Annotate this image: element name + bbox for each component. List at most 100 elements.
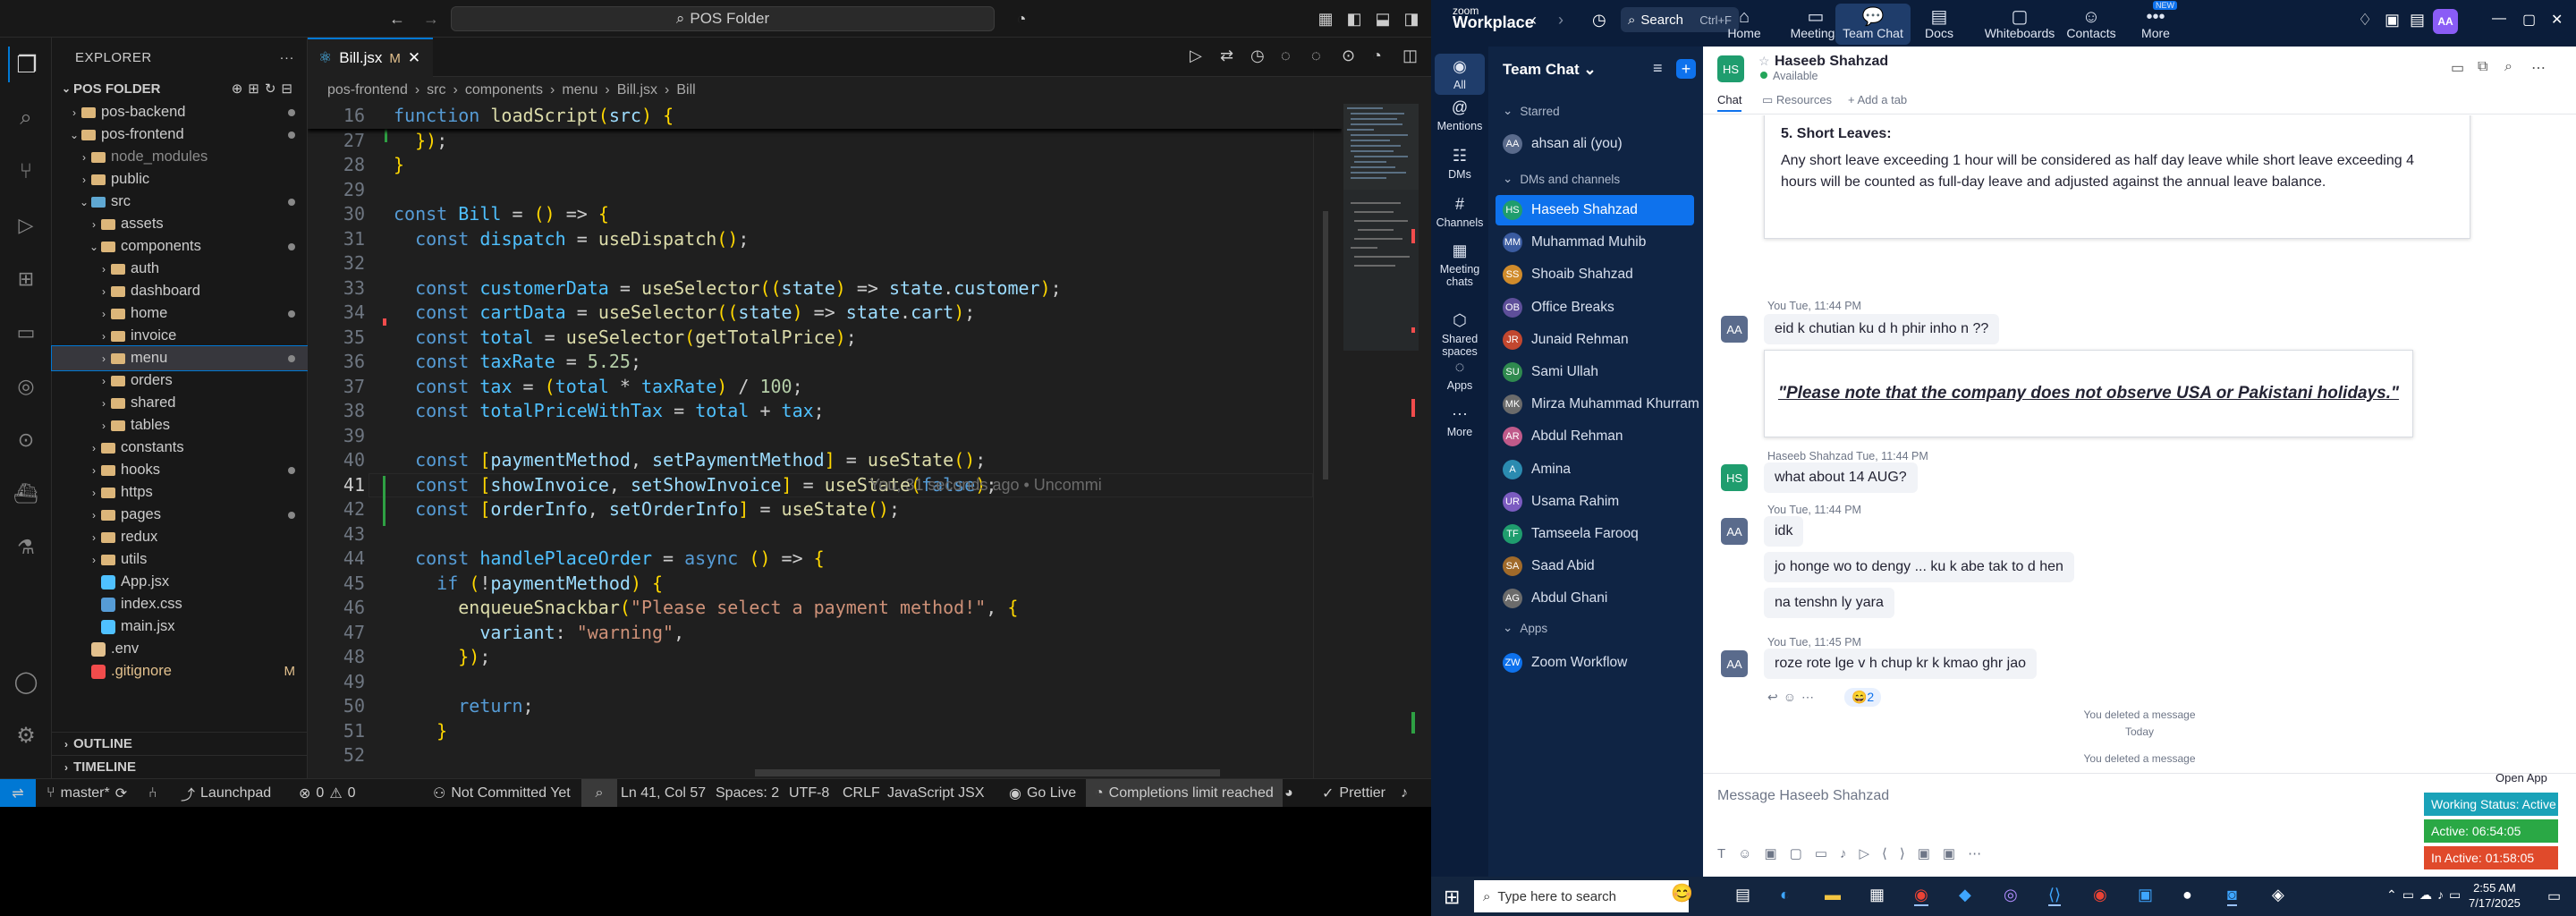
tree-item[interactable]: › pos-backend [52, 100, 308, 124]
tree-item[interactable]: › node_modules [52, 145, 308, 169]
open-changes-icon[interactable]: ⇄ [1220, 47, 1233, 65]
contact-avatar[interactable]: HS [1717, 55, 1744, 82]
github-icon[interactable]: ⊙ [8, 422, 44, 458]
tab-add[interactable]: + Add a tab [1848, 93, 1907, 106]
tree-item[interactable]: › assets [52, 212, 308, 236]
encoding[interactable]: UTF-8 [789, 779, 829, 808]
chat-list-item[interactable]: MK Mirza Muhammad Khurram [1488, 389, 1703, 420]
toggle-sidebar-icon[interactable]: ◧ [1343, 8, 1365, 30]
back-arrow-icon[interactable]: ← [386, 8, 408, 30]
chrome-icon[interactable]: ◉ [1914, 886, 1928, 906]
apps-icon[interactable]: ▤ [2410, 11, 2425, 30]
nav-tab-more[interactable]: ••• More NEW [2118, 1, 2193, 45]
tree-item[interactable]: › tables [52, 413, 308, 437]
go-live-button[interactable]: ◉ Go Live [1009, 779, 1076, 808]
video-icon[interactable]: ▭ [2451, 59, 2464, 77]
message-bubble[interactable]: na tenshn ly yara [1764, 588, 1894, 618]
rail-channels[interactable]: # Channels [1435, 195, 1485, 229]
timeline-section[interactable]: › TIMELINE [52, 755, 308, 778]
command-center-search[interactable]: ⌕ POS Folder [451, 6, 995, 31]
breadcrumb-item[interactable]: components [465, 82, 543, 98]
indentation[interactable]: Spaces: 2 [716, 779, 779, 808]
github-desktop-icon[interactable]: ◎ [2004, 886, 2018, 904]
copilot-status[interactable]: ◔ Completions limit reached [1086, 779, 1283, 808]
chrome-profile-icon[interactable]: ◉ [2093, 886, 2107, 904]
team-chat-title[interactable]: Team Chat ⌄ [1503, 61, 1597, 79]
store-icon[interactable]: ▦ [1869, 886, 1885, 904]
prettier-status[interactable]: ✓ Prettier [1322, 779, 1385, 808]
back-arrow-icon[interactable]: ‹ [1531, 11, 1537, 30]
scrollbar-thumb[interactable] [1323, 211, 1328, 479]
app-icon[interactable]: ◈ [2272, 886, 2284, 904]
more-icon[interactable]: ⋯ [2531, 59, 2546, 77]
tree-item[interactable]: › hooks [52, 458, 308, 482]
maximize-icon[interactable]: ▢ [2522, 11, 2536, 29]
taskbar-search[interactable]: ⌕ Type here to search [1474, 880, 1689, 912]
source-control-icon[interactable]: ⑂ [8, 154, 44, 190]
message-bubble[interactable]: idk [1764, 516, 1804, 547]
explorer-icon[interactable]: ❐ [8, 47, 44, 82]
shared-holiday-card[interactable]: "Please note that the company does not o… [1764, 350, 2413, 437]
tree-item[interactable]: › constants [52, 436, 308, 460]
chat-list-item[interactable]: OB Office Breaks [1488, 293, 1703, 323]
settings-gear-icon[interactable]: ⚙ [8, 717, 44, 753]
tab-bill-jsx[interactable]: ⚛ Bill.jsx M ✕ [308, 38, 433, 77]
breadcrumb-item[interactable]: pos-frontend [327, 82, 408, 98]
rail-shared-spaces[interactable]: ⬡ Shared spaces [1435, 311, 1485, 358]
workspace-root[interactable]: ⌄ POS FOLDER ⊕⊞↻⊟ [52, 77, 307, 100]
history-icon[interactable]: ◷ [1592, 11, 1606, 30]
run-icon[interactable]: ▷ [1190, 47, 1202, 65]
remote-indicator[interactable]: ⇌ [0, 779, 36, 808]
sender-avatar[interactable]: AA [1721, 518, 1748, 545]
popout-icon[interactable]: ⧉ [2478, 59, 2487, 75]
tree-item[interactable]: .gitignore M [52, 659, 308, 683]
sender-avatar[interactable]: HS [1721, 464, 1748, 491]
message-bubble[interactable]: roze rote lge v h chup kr k kmao ghr jao [1764, 649, 2038, 679]
user-avatar[interactable]: AA [2433, 9, 2458, 34]
filter-icon[interactable]: ≡ [1653, 59, 1663, 78]
chat-list-item[interactable]: JR Junaid Rehman [1488, 325, 1703, 355]
rail-all[interactable]: ◉ All [1435, 54, 1485, 95]
forward-arrow-icon[interactable]: › [1558, 11, 1563, 30]
open-app-label[interactable]: Open App [2496, 771, 2547, 785]
message-input[interactable]: Message Haseeb Shahzad [1717, 788, 1889, 804]
next-change-icon[interactable]: ◌ [1311, 47, 1321, 65]
tree-item[interactable]: › invoice [52, 324, 308, 348]
message-actions[interactable]: ↩☺⋯ [1767, 690, 1819, 705]
branch-indicator[interactable]: ⑂ master* ⟳ [47, 779, 127, 808]
more-actions-icon[interactable]: ··· [280, 50, 295, 65]
chat-list-item[interactable]: SS Shoaib Shahzad [1488, 259, 1703, 290]
copilot-icon[interactable]: ◔ [1011, 8, 1032, 30]
docker-icon[interactable]: ⛴ [8, 476, 44, 512]
breadcrumb-item[interactable]: menu [562, 82, 597, 98]
nav-tab-whiteboards[interactable]: ▢ Whiteboards [1982, 4, 2057, 45]
rail-more[interactable]: ··· More [1435, 404, 1485, 438]
close-icon[interactable]: ✕ [408, 49, 420, 67]
tree-item[interactable]: › home [52, 301, 308, 326]
tree-item[interactable]: › shared [52, 391, 308, 415]
language-mode[interactable]: JavaScript JSX [887, 779, 984, 808]
tree-item[interactable]: › redux [52, 525, 308, 549]
customize-layout-icon[interactable]: ▦ [1315, 8, 1336, 30]
clock[interactable]: 2:55 AM 7/17/2025 [2469, 880, 2521, 911]
tree-item[interactable]: › menu [51, 345, 309, 371]
star-icon[interactable]: ☆ [1758, 54, 1770, 69]
line-ending[interactable]: CRLF [843, 779, 880, 808]
testing-icon[interactable]: ⚗ [8, 530, 44, 565]
chat-list-item[interactable]: UR Usama Rahim [1488, 487, 1703, 517]
chat-list-item[interactable]: SA Saad Abid [1488, 551, 1703, 581]
starred-header[interactable]: ⌄ Starred [1503, 104, 1560, 118]
chat-list-item[interactable]: AG Abdul Ghani [1488, 583, 1703, 614]
message-bubble[interactable]: what about 14 AUG? [1764, 462, 1918, 493]
composer-toolbar[interactable]: T☺▣▢▭♪▷⟨⟩▣▣⋯ [1717, 845, 1994, 861]
system-tray-icons[interactable]: ⌃▭☁♪▭ [2386, 887, 2466, 903]
message-bubble[interactable]: eid k chutian ku d h phir inho n ?? [1764, 314, 2000, 344]
tab-chat[interactable]: Chat [1717, 93, 1742, 112]
tree-item[interactable]: › public [52, 167, 308, 191]
rail-apps[interactable]: ◌ Apps [1435, 358, 1485, 392]
emoji-reaction[interactable]: 😄2 [1844, 688, 1882, 707]
breadcrumb-item[interactable]: src [427, 82, 445, 98]
extensions-icon[interactable]: ⊞ [8, 261, 44, 297]
blame-indicator[interactable]: ⚇ Not Committed Yet [433, 779, 571, 808]
code-editor[interactable]: 16 function loadScript(src) { 27 }); 28} 2… [308, 104, 1342, 778]
